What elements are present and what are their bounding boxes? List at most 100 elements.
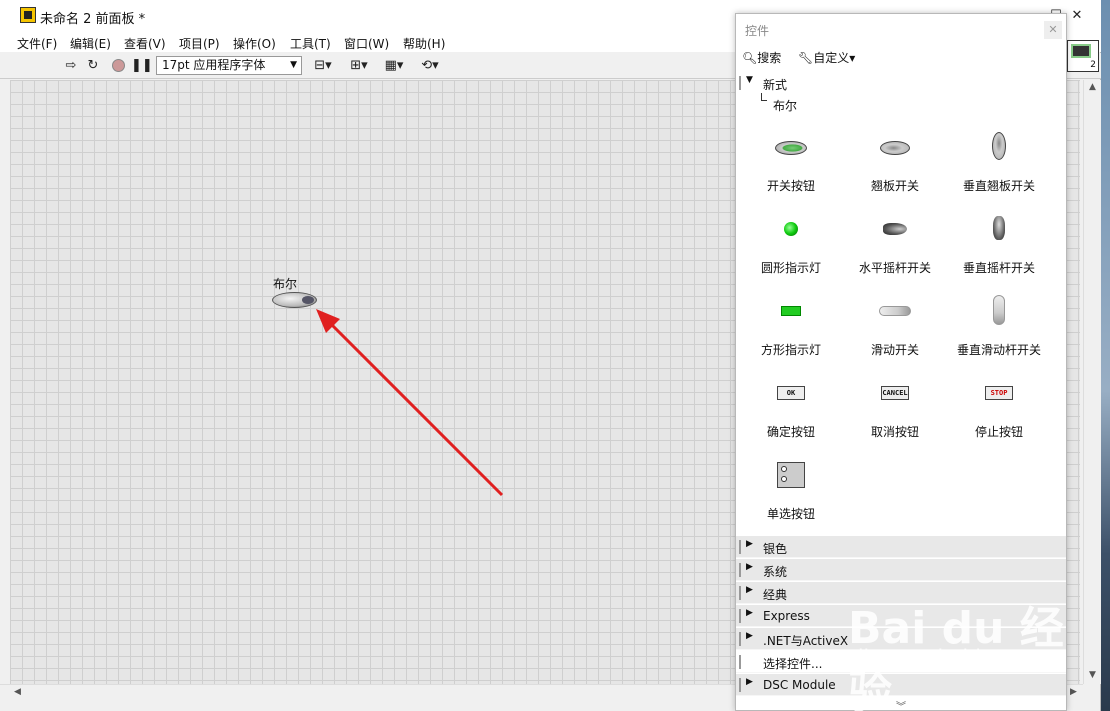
font-select-value: 17pt 应用程序字体 [162, 58, 266, 72]
section-label: 经典 [763, 588, 788, 602]
palette-control-vertical-toggle[interactable]: 垂直摇杆开关 [947, 216, 1051, 291]
palette-control-horizontal-toggle[interactable]: 水平摇杆开关 [843, 221, 947, 291]
menu-file[interactable]: 文件(F) [17, 35, 57, 52]
control-label: 方形指示灯 [760, 343, 821, 357]
align-objects-icon[interactable]: ⊟▾ [309, 57, 337, 75]
horizontal-toggle-icon [883, 223, 907, 235]
section-modern[interactable]: ▼ 新式 [736, 72, 1066, 94]
palette-control-stop-button[interactable]: STOP 停止按钮 [947, 385, 1051, 455]
menu-help[interactable]: 帮助(H) [403, 35, 445, 52]
grip-icon [739, 632, 741, 646]
collapsed-triangle-icon: ▶ [746, 608, 753, 618]
run-arrow-icon[interactable]: ⇨ [64, 57, 78, 75]
vi-icon-number: 2 [1090, 60, 1096, 70]
grip-icon [739, 609, 741, 623]
palette-title: 控件 [745, 24, 770, 38]
palette-control-ok-button[interactable]: OK 确定按钮 [739, 385, 843, 455]
search-label: 搜索 [757, 51, 782, 65]
oval-button-icon [775, 141, 807, 155]
section-label: .NET与ActiveX [763, 634, 849, 648]
palette-control-round-led[interactable]: 圆形指示灯 [739, 221, 843, 291]
grip-icon [739, 678, 741, 692]
rocker-switch-icon [880, 141, 910, 155]
grip-icon [739, 655, 741, 669]
close-icon[interactable]: ✕ [1066, 6, 1088, 26]
cancel-button-icon: CANCEL [881, 386, 909, 400]
palette-close-icon[interactable]: ✕ [1044, 21, 1062, 39]
slide-switch-icon [879, 306, 911, 316]
front-panel-window: 未命名 2 前面板 * — ☐ ✕ 文件(F) 编辑(E) 查看(V) 项目(P… [0, 0, 1101, 711]
control-label: 垂直翘板开关 [962, 179, 1035, 193]
font-select[interactable]: 17pt 应用程序字体 ▼ [156, 56, 302, 75]
window-title: 未命名 2 前面板 * [40, 12, 146, 27]
palette-toolbar: 🔍︎搜索 🔧︎自定义▾ [736, 46, 1066, 68]
palette-control-cancel-button[interactable]: CANCEL 取消按钮 [843, 385, 947, 455]
chevron-down-icon: ▼ [290, 60, 297, 70]
ok-button-icon: OK [777, 386, 805, 400]
scroll-up-icon[interactable]: ▲ [1089, 82, 1096, 92]
palette-control-slide-switch[interactable]: 滑动开关 [843, 303, 947, 373]
menu-operate[interactable]: 操作(O) [233, 35, 276, 52]
section-label: Express [763, 609, 810, 623]
round-led-icon [784, 222, 798, 236]
vi-icon[interactable]: 2 [1067, 40, 1099, 72]
menu-window[interactable]: 窗口(W) [344, 35, 389, 52]
collapsed-triangle-icon: ▶ [746, 585, 753, 595]
menu-project[interactable]: 项目(P) [179, 35, 220, 52]
run-continuously-icon[interactable]: ↻ [84, 57, 102, 75]
customize-label: 自定义▾ [813, 51, 856, 65]
section-label: 银色 [763, 542, 788, 556]
labview-app-icon [20, 7, 36, 23]
resize-objects-icon[interactable]: ▦▾ [380, 57, 408, 75]
scroll-left-icon[interactable]: ◀ [14, 687, 21, 697]
reorder-icon[interactable]: ⟲▾ [416, 57, 444, 75]
section-modern-label: 新式 [763, 78, 788, 92]
red-arrow-annotation [316, 309, 504, 497]
collapsed-triangle-icon: ▶ [746, 677, 753, 687]
search-icon: 🔍︎ [742, 51, 758, 65]
menu-tools[interactable]: 工具(T) [290, 35, 331, 52]
expanded-triangle-icon: ▼ [746, 75, 753, 85]
control-label: 开关按钮 [766, 179, 815, 193]
menu-edit[interactable]: 编辑(E) [70, 35, 111, 52]
section-system[interactable]: ▶ 系统 [736, 559, 1066, 581]
vertical-toggle-icon [993, 216, 1005, 240]
control-label: 滑动开关 [870, 343, 919, 357]
palette-control-oval-button[interactable]: 开关按钮 [739, 139, 843, 209]
palette-customize-button[interactable]: 🔧︎自定义▾ [798, 49, 855, 66]
radio-buttons-icon [777, 462, 805, 488]
distribute-objects-icon[interactable]: ⊞▾ [345, 57, 373, 75]
collapsed-triangle-icon: ▶ [746, 631, 753, 641]
palette-control-vertical-rocker[interactable]: 垂直翘板开关 [947, 132, 1051, 209]
control-label: 圆形指示灯 [760, 261, 821, 275]
control-label: 确定按钮 [766, 425, 815, 439]
subcategory-label: 布尔 [773, 99, 798, 113]
section-silver[interactable]: ▶ 银色 [736, 536, 1066, 558]
grip-icon [739, 540, 741, 554]
tree-connector [761, 93, 767, 101]
stop-button-icon: STOP [985, 386, 1013, 400]
vertical-rocker-icon [992, 132, 1006, 160]
palette-control-square-led[interactable]: 方形指示灯 [739, 303, 843, 373]
palette-control-vertical-slide[interactable]: 垂直滑动杆开关 [947, 295, 1051, 373]
section-label: 系统 [763, 565, 788, 579]
wrench-icon: 🔧︎ [798, 51, 814, 65]
grip-icon [739, 586, 741, 600]
collapsed-triangle-icon: ▶ [746, 539, 753, 549]
palette-search-button[interactable]: 🔍︎搜索 [742, 49, 781, 66]
control-label: 取消按钮 [870, 425, 919, 439]
abort-icon[interactable] [110, 57, 126, 75]
vertical-slide-icon [993, 295, 1005, 325]
control-label: 水平摇杆开关 [858, 261, 931, 275]
palette-control-radio-buttons[interactable]: 单选按钮 [739, 462, 843, 537]
control-label: 翘板开关 [870, 179, 919, 193]
boolean-control-label[interactable]: 布尔 [273, 275, 297, 292]
menu-view[interactable]: 查看(V) [124, 35, 166, 52]
palette-control-rocker[interactable]: 翘板开关 [843, 139, 947, 209]
collapsed-triangle-icon: ▶ [746, 562, 753, 572]
left-margin [0, 80, 10, 684]
grip-icon [739, 76, 741, 90]
pause-icon[interactable]: ❚❚ [131, 57, 153, 75]
control-label: 垂直滑动杆开关 [956, 343, 1041, 357]
section-label: DSC Module [763, 678, 836, 692]
